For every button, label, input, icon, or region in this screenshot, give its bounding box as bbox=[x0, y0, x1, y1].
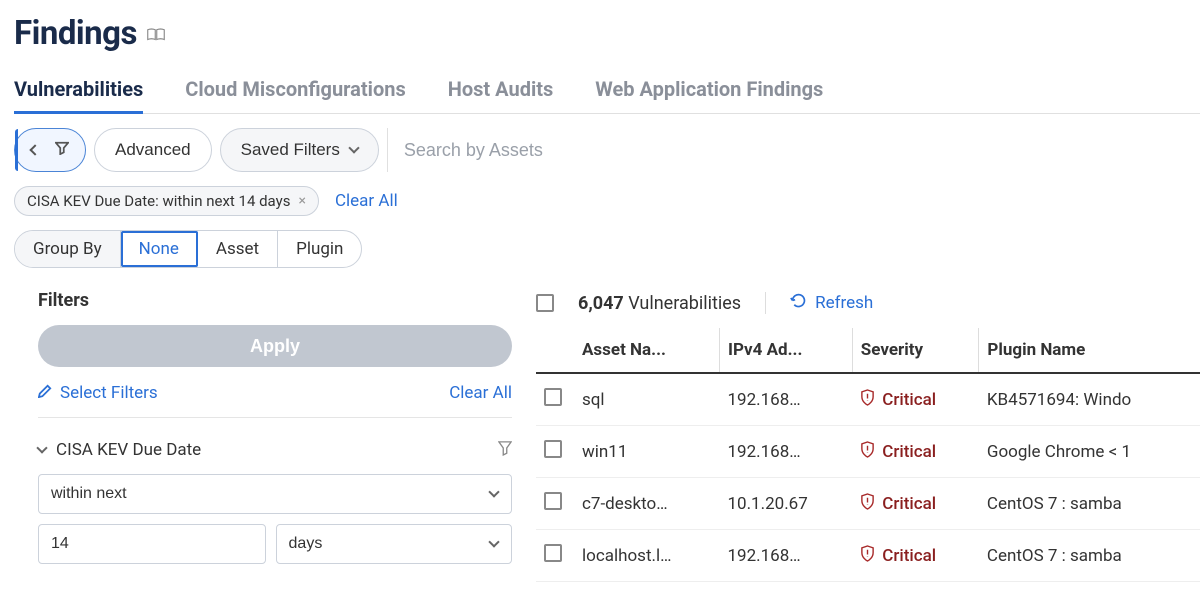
row-checkbox[interactable] bbox=[544, 440, 562, 458]
book-icon[interactable] bbox=[147, 27, 165, 41]
severity-badge: Critical bbox=[860, 545, 971, 567]
shield-icon bbox=[860, 493, 875, 515]
col-header-asset-name[interactable]: Asset Na... bbox=[574, 328, 719, 373]
refresh-button[interactable]: Refresh bbox=[790, 292, 873, 314]
tab-web-application-findings[interactable]: Web Application Findings bbox=[595, 77, 823, 113]
shield-icon bbox=[860, 389, 875, 411]
col-header-ipv4[interactable]: IPv4 Ad... bbox=[719, 328, 852, 373]
severity-badge: Critical bbox=[860, 389, 971, 411]
clear-all-filters-link[interactable]: Clear All bbox=[449, 383, 512, 403]
cell-ipv4: 192.168… bbox=[719, 373, 852, 426]
search-input[interactable] bbox=[404, 140, 1200, 161]
row-checkbox[interactable] bbox=[544, 388, 562, 406]
collapse-filters-button[interactable] bbox=[14, 128, 86, 172]
groupby-label: Group By bbox=[15, 231, 121, 267]
cell-ipv4: 192.168… bbox=[719, 426, 852, 478]
results-table-area: 6,047 Vulnerabilities Refresh Asset Na..… bbox=[536, 282, 1200, 582]
tab-cloud-misconfigurations[interactable]: Cloud Misconfigurations bbox=[185, 77, 405, 113]
cell-asset-name: localhost.l… bbox=[574, 530, 719, 582]
cell-plugin-name: CentOS 7 : samba bbox=[979, 478, 1200, 530]
cell-plugin-name: KB4571694: Windo bbox=[979, 373, 1200, 426]
table-row[interactable]: c7-deskto…10.1.20.67 Critical CentOS 7 : s… bbox=[536, 478, 1200, 530]
row-checkbox[interactable] bbox=[544, 492, 562, 510]
pencil-icon bbox=[38, 383, 52, 403]
shield-icon bbox=[860, 545, 875, 567]
shield-icon bbox=[860, 441, 875, 463]
filter-section-header-cisa-kev[interactable]: CISA KEV Due Date bbox=[38, 432, 512, 474]
cell-plugin-name: Google Chrome < 1 bbox=[979, 426, 1200, 478]
table-row[interactable]: sql192.168… Critical KB4571694: Windo bbox=[536, 373, 1200, 426]
severity-badge: Critical bbox=[860, 441, 971, 463]
apply-button[interactable]: Apply bbox=[38, 325, 512, 367]
refresh-icon bbox=[790, 292, 807, 314]
chevron-down-icon bbox=[36, 442, 47, 453]
advanced-button-label: Advanced bbox=[115, 140, 191, 160]
filters-panel: Filters Apply Select Filters Clear All C… bbox=[14, 282, 536, 582]
select-filters-label: Select Filters bbox=[60, 383, 158, 403]
filter-section-title: CISA KEV Due Date bbox=[56, 440, 201, 460]
groupby-option-asset[interactable]: Asset bbox=[198, 231, 278, 267]
select-all-checkbox[interactable] bbox=[536, 294, 554, 312]
chevron-left-icon bbox=[29, 144, 40, 155]
funnel-icon[interactable] bbox=[498, 440, 512, 460]
select-filters-link[interactable]: Select Filters bbox=[38, 383, 158, 403]
filter-chip-cisa-kev[interactable]: CISA KEV Due Date: within next 14 days × bbox=[14, 186, 319, 216]
groupby-option-plugin[interactable]: Plugin bbox=[278, 231, 361, 267]
row-checkbox[interactable] bbox=[544, 544, 562, 562]
tab-vulnerabilities[interactable]: Vulnerabilities bbox=[14, 77, 143, 113]
results-count: 6,047 Vulnerabilities bbox=[578, 293, 741, 314]
clear-all-chips-link[interactable]: Clear All bbox=[335, 191, 398, 211]
groupby-segmented-control: Group By None Asset Plugin bbox=[14, 230, 362, 268]
table-header-row: Asset Na... IPv4 Ad... Severity Plugin N… bbox=[536, 328, 1200, 373]
table-row[interactable]: localhost.l…192.168… Critical CentOS 7 : s… bbox=[536, 530, 1200, 582]
advanced-button[interactable]: Advanced bbox=[94, 128, 212, 172]
page-title: Findings bbox=[14, 14, 137, 53]
saved-filters-label: Saved Filters bbox=[241, 140, 340, 160]
cell-asset-name: c7-deskto… bbox=[574, 478, 719, 530]
filter-value-input[interactable] bbox=[38, 524, 266, 564]
col-header-plugin-name[interactable]: Plugin Name bbox=[979, 328, 1200, 373]
cell-ipv4: 10.1.20.67 bbox=[719, 478, 852, 530]
cell-asset-name: sql bbox=[574, 373, 719, 426]
cell-asset-name: win11 bbox=[574, 426, 719, 478]
tab-host-audits[interactable]: Host Audits bbox=[448, 77, 554, 113]
saved-filters-button[interactable]: Saved Filters bbox=[220, 128, 379, 172]
groupby-option-none[interactable]: None bbox=[121, 231, 198, 267]
chevron-down-icon bbox=[348, 142, 359, 153]
table-row[interactable]: win11192.168… Critical Google Chrome < 1 bbox=[536, 426, 1200, 478]
cell-plugin-name: CentOS 7 : samba bbox=[979, 530, 1200, 582]
severity-badge: Critical bbox=[860, 493, 971, 515]
filters-heading: Filters bbox=[38, 290, 512, 311]
filter-operator-select[interactable] bbox=[38, 474, 512, 514]
col-header-severity[interactable]: Severity bbox=[852, 328, 979, 373]
filter-chip-text: CISA KEV Due Date: within next 14 days bbox=[27, 192, 290, 210]
divider bbox=[765, 292, 766, 314]
filter-unit-select[interactable] bbox=[276, 524, 512, 564]
close-icon[interactable]: × bbox=[298, 193, 305, 209]
cell-ipv4: 192.168… bbox=[719, 530, 852, 582]
funnel-icon bbox=[55, 140, 69, 160]
tabs-bar: Vulnerabilities Cloud Misconfigurations … bbox=[14, 77, 1200, 114]
refresh-label: Refresh bbox=[815, 293, 873, 313]
